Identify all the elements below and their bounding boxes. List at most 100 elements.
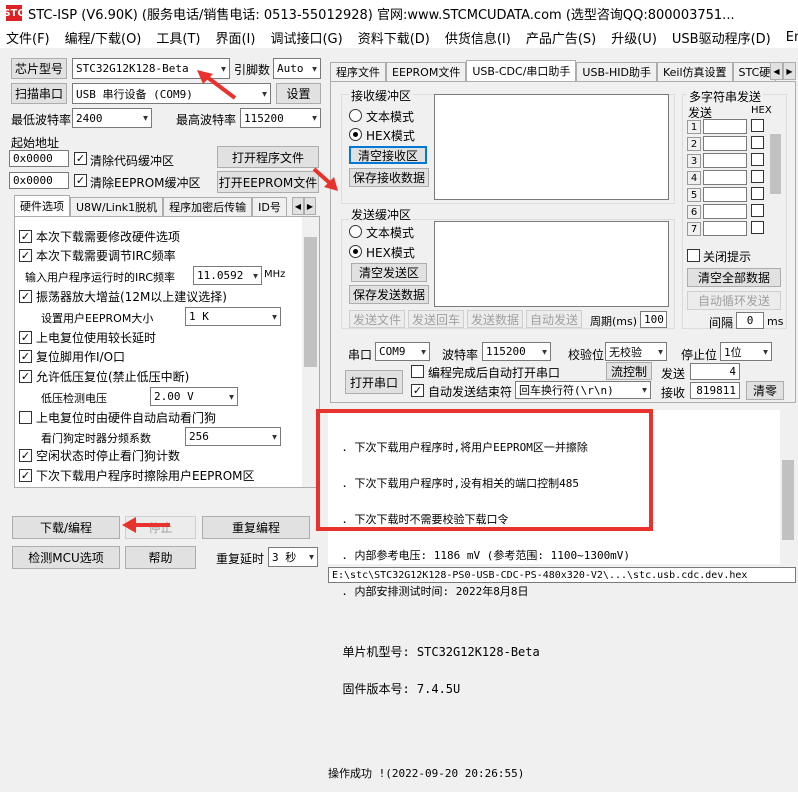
scroll-thumb[interactable] bbox=[770, 134, 781, 194]
menu-program[interactable]: 编程/下载(O) bbox=[65, 28, 142, 47]
tab-hardware-options[interactable]: 硬件选项 bbox=[14, 195, 70, 216]
menu-interface[interactable]: 界面(I) bbox=[215, 28, 255, 47]
scroll-thumb[interactable] bbox=[304, 237, 317, 367]
clear-code-checkbox[interactable]: ✓ bbox=[74, 152, 87, 165]
multi-string-scrollbar[interactable] bbox=[768, 118, 783, 238]
auto-send-end-checkbox[interactable]: ✓ bbox=[411, 384, 424, 397]
open-port-button[interactable]: 打开串口 bbox=[345, 370, 403, 394]
stop-bit-select[interactable]: 1位 ▼ bbox=[720, 342, 772, 361]
help-button[interactable]: 帮助 bbox=[125, 546, 196, 569]
send-enter-button[interactable]: 发送回车 bbox=[408, 310, 464, 328]
tabs-scroll-left-icon[interactable]: ◀ bbox=[770, 62, 783, 80]
tab-eeprom-file[interactable]: EEPROM文件 bbox=[386, 62, 467, 81]
clear-count-button[interactable]: 清零 bbox=[746, 381, 784, 400]
tab-usb-cdc-serial[interactable]: USB-CDC/串口助手 bbox=[466, 60, 577, 81]
check-icon[interactable]: ✓ bbox=[19, 468, 32, 482]
tab-u8w-offline[interactable]: U8W/Link1脱机 bbox=[70, 197, 164, 216]
auto-open-port-checkbox[interactable] bbox=[411, 365, 424, 378]
row-text-1[interactable] bbox=[703, 119, 747, 134]
menu-ads[interactable]: 产品广告(S) bbox=[526, 28, 596, 47]
repeat-delay-select[interactable]: 3 秒 ▼ bbox=[268, 547, 318, 567]
lvd-select[interactable]: 2.00 V ▼ bbox=[150, 387, 238, 406]
baud-select[interactable]: 115200 ▼ bbox=[482, 342, 551, 361]
row-send-button-4[interactable]: 4 bbox=[687, 171, 701, 185]
menu-usb-driver[interactable]: USB驱动程序(D) bbox=[672, 28, 771, 47]
check-icon[interactable]: ✓ bbox=[19, 369, 32, 383]
row-send-button-2[interactable]: 2 bbox=[687, 137, 701, 151]
period-input[interactable]: 100 bbox=[640, 311, 667, 328]
clear-send-button[interactable]: 清空发送区 bbox=[351, 263, 427, 282]
row-send-button-1[interactable]: 1 bbox=[687, 120, 701, 134]
menu-tools[interactable]: 工具(T) bbox=[156, 28, 200, 47]
max-baud-select[interactable]: 115200 ▼ bbox=[240, 108, 321, 128]
menu-english[interactable]: English bbox=[786, 30, 798, 45]
row-send-button-6[interactable]: 6 bbox=[687, 205, 701, 219]
settings-button[interactable]: 设置 bbox=[276, 83, 321, 104]
recv-hex-mode-radio[interactable] bbox=[349, 128, 362, 141]
row-hex-checkbox-5[interactable] bbox=[751, 187, 764, 200]
chip-model-button[interactable]: 芯片型号 bbox=[11, 58, 67, 79]
close-tip-checkbox[interactable] bbox=[687, 249, 700, 262]
option-idle-stop-wdt[interactable]: ✓ 空闲状态时停止看门狗计数 bbox=[19, 446, 180, 464]
check-icon[interactable]: ✓ bbox=[19, 448, 32, 462]
check-icon[interactable]: ✓ bbox=[19, 248, 32, 262]
option-erase-eeprom[interactable]: ✓ 下次下载用户程序时擦除用户EEPROM区 bbox=[19, 466, 255, 484]
repeat-program-button[interactable]: 重复编程 bbox=[202, 516, 310, 539]
row-text-5[interactable] bbox=[703, 187, 747, 202]
option-modify-hw[interactable]: ✓ 本次下载需要修改硬件选项 bbox=[19, 227, 180, 245]
row-hex-checkbox-4[interactable] bbox=[751, 170, 764, 183]
menu-debug[interactable]: 调试接口(G) bbox=[270, 28, 342, 47]
option-adjust-irc[interactable]: ✓ 本次下载需要调节IRC频率 bbox=[19, 246, 176, 264]
option-hw-watchdog[interactable]: 上电复位时由硬件自动启动看门狗 bbox=[19, 408, 216, 426]
send-text-mode-radio[interactable] bbox=[349, 225, 362, 238]
clear-all-data-button[interactable]: 清空全部数据 bbox=[687, 268, 781, 287]
eeprom-address-input[interactable]: 0x0000 bbox=[9, 172, 69, 189]
row-text-2[interactable] bbox=[703, 136, 747, 151]
eeprom-size-select[interactable]: 1 K ▼ bbox=[185, 307, 281, 326]
recv-text-mode-radio[interactable] bbox=[349, 109, 362, 122]
auto-loop-send-button[interactable]: 自动循环发送 bbox=[687, 291, 781, 310]
row-hex-checkbox-3[interactable] bbox=[751, 153, 764, 166]
receive-textarea[interactable] bbox=[434, 94, 669, 200]
row-text-4[interactable] bbox=[703, 170, 747, 185]
save-receive-button[interactable]: 保存接收数据 bbox=[349, 168, 429, 187]
port-select[interactable]: COM9 ▼ bbox=[375, 342, 430, 361]
row-text-6[interactable] bbox=[703, 204, 747, 219]
flow-control-button[interactable]: 流控制 bbox=[606, 362, 652, 380]
option-long-reset-delay[interactable]: ✓ 上电复位使用较长延时 bbox=[19, 328, 156, 346]
menu-upgrade[interactable]: 升级(U) bbox=[611, 28, 657, 47]
interval-input[interactable]: 0 bbox=[736, 312, 764, 329]
send-textarea[interactable] bbox=[434, 221, 669, 307]
menu-docs[interactable]: 资料下载(D) bbox=[358, 28, 430, 47]
check-mcu-button[interactable]: 检测MCU选项 bbox=[12, 546, 120, 569]
clear-eeprom-checkbox[interactable]: ✓ bbox=[74, 174, 87, 187]
row-hex-checkbox-6[interactable] bbox=[751, 204, 764, 217]
row-text-3[interactable] bbox=[703, 153, 747, 168]
tab-encrypted-transfer[interactable]: 程序加密后传输 bbox=[163, 197, 253, 216]
tab-program-file[interactable]: 程序文件 bbox=[330, 62, 386, 81]
irc-frequency-select[interactable]: 11.0592 ▼ bbox=[193, 266, 262, 285]
auto-send-button[interactable]: 自动发送 bbox=[526, 310, 582, 328]
check-icon[interactable] bbox=[19, 410, 32, 424]
open-program-file-button[interactable]: 打开程序文件 bbox=[217, 146, 319, 168]
clear-receive-button[interactable]: 清空接收区 bbox=[349, 146, 427, 164]
wdt-divider-select[interactable]: 256 ▼ bbox=[185, 427, 281, 446]
parity-select[interactable]: 无校验 ▼ bbox=[605, 342, 667, 361]
menu-supply[interactable]: 供货信息(I) bbox=[445, 28, 511, 47]
check-icon[interactable]: ✓ bbox=[19, 289, 32, 303]
scroll-thumb[interactable] bbox=[782, 460, 794, 540]
tab-id[interactable]: ID号 bbox=[252, 197, 287, 216]
row-send-button-3[interactable]: 3 bbox=[687, 154, 701, 168]
send-data-button[interactable]: 发送数据 bbox=[467, 310, 523, 328]
pin-count-select[interactable]: Auto ▼ bbox=[273, 58, 321, 79]
send-file-button[interactable]: 发送文件 bbox=[349, 310, 405, 328]
tabs-scroll-right-icon[interactable]: ▶ bbox=[783, 62, 796, 80]
tab-keil-sim[interactable]: Keil仿真设置 bbox=[656, 62, 733, 81]
code-address-input[interactable]: 0x0000 bbox=[9, 150, 69, 167]
option-osc-gain[interactable]: ✓ 振荡器放大增益(12M以上建议选择) bbox=[19, 287, 227, 305]
menu-file[interactable]: 文件(F) bbox=[6, 28, 50, 47]
row-text-7[interactable] bbox=[703, 221, 747, 236]
check-icon[interactable]: ✓ bbox=[19, 229, 32, 243]
tab-usb-hid[interactable]: USB-HID助手 bbox=[576, 62, 657, 81]
send-hex-mode-radio[interactable] bbox=[349, 245, 362, 258]
